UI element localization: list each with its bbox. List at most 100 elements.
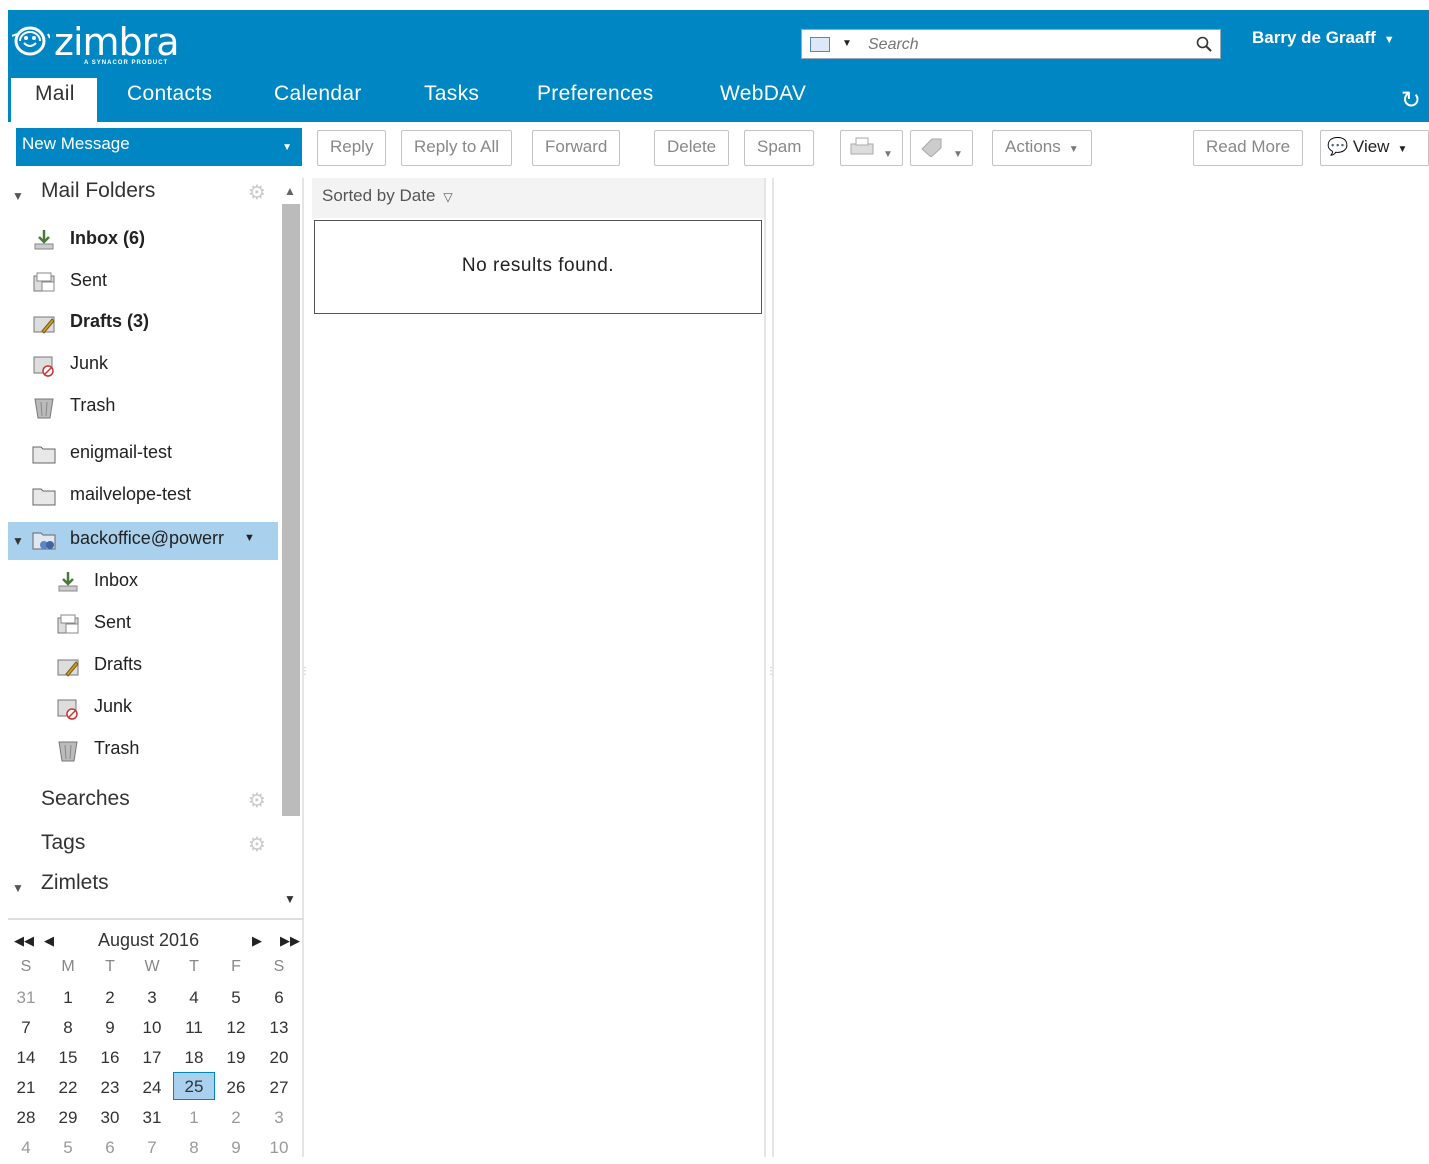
calendar-day[interactable]: 1 <box>47 988 89 1008</box>
view-button[interactable]: 💬 View ▼ <box>1320 130 1429 166</box>
calendar-day[interactable]: 8 <box>47 1018 89 1038</box>
pane-splitter[interactable]: ⋮ <box>764 178 776 1157</box>
collapse-triangle-icon[interactable]: ▼ <box>12 534 24 548</box>
calendar-day[interactable]: 23 <box>89 1078 131 1098</box>
sent-icon <box>57 614 79 634</box>
calendar-day[interactable]: 28 <box>5 1108 47 1128</box>
calendar-day[interactable]: 19 <box>215 1048 257 1068</box>
calendar-day[interactable]: 20 <box>258 1048 300 1068</box>
calendar-day[interactable]: 26 <box>215 1078 257 1098</box>
calendar-day[interactable]: 13 <box>258 1018 300 1038</box>
gear-icon[interactable]: ⚙ <box>248 791 268 811</box>
tab-preferences[interactable]: Preferences <box>537 82 654 106</box>
scroll-down-icon[interactable]: ▼ <box>284 892 296 906</box>
chevron-down-icon[interactable]: ▼ <box>282 142 292 153</box>
folder-tree-scrollbar[interactable]: ▲ ▼ <box>280 178 302 918</box>
tab-mail[interactable]: Mail <box>11 78 97 122</box>
gear-icon[interactable]: ⚙ <box>248 183 268 203</box>
folder-junk[interactable]: Junk <box>8 345 278 385</box>
shared-folder-drafts[interactable]: Drafts <box>8 646 278 686</box>
tab-contacts[interactable]: Contacts <box>127 82 212 106</box>
prev-year-icon[interactable]: ◀◀ <box>14 933 34 949</box>
shared-account-folder[interactable]: ▼ backoffice@powerr ▼ <box>8 522 278 560</box>
calendar-day[interactable]: 16 <box>89 1048 131 1068</box>
next-month-icon[interactable]: ▶ <box>252 933 262 949</box>
calendar-day[interactable]: 27 <box>258 1078 300 1098</box>
folder-drafts[interactable]: Drafts (3) <box>8 303 278 343</box>
scrollbar-thumb[interactable] <box>282 204 300 816</box>
calendar-day[interactable]: 9 <box>89 1018 131 1038</box>
search-type-dropdown-icon[interactable]: ▼ <box>842 38 852 49</box>
reply-button[interactable]: Reply <box>317 130 387 166</box>
tab-webdav[interactable]: WebDAV <box>720 82 806 106</box>
calendar-day[interactable]: 31 <box>131 1108 173 1128</box>
calendar-day[interactable]: 7 <box>5 1018 47 1038</box>
calendar-day[interactable]: 2 <box>215 1108 257 1128</box>
tab-calendar[interactable]: Calendar <box>274 82 362 106</box>
folder-enigmail-test[interactable]: enigmail-test <box>8 434 278 474</box>
search-input[interactable] <box>868 34 1188 56</box>
calendar-day[interactable]: 14 <box>5 1048 47 1068</box>
calendar-day[interactable]: 30 <box>89 1108 131 1128</box>
chevron-down-icon[interactable]: ▼ <box>244 532 255 544</box>
tab-tasks[interactable]: Tasks <box>424 82 479 106</box>
splitter-grip-icon[interactable]: ⋮ <box>300 666 310 686</box>
shared-folder-sent[interactable]: Sent <box>8 604 278 644</box>
calendar-day[interactable]: 29 <box>47 1108 89 1128</box>
calendar-day-today[interactable]: 25 <box>173 1072 215 1100</box>
calendar-day[interactable]: 17 <box>131 1048 173 1068</box>
refresh-icon[interactable]: ↻ <box>1401 86 1421 115</box>
calendar-day[interactable]: 24 <box>131 1078 173 1098</box>
calendar-day[interactable]: 12 <box>215 1018 257 1038</box>
calendar-day[interactable]: 10 <box>258 1138 300 1158</box>
calendar-day[interactable]: 3 <box>258 1108 300 1128</box>
calendar-day[interactable]: 10 <box>131 1018 173 1038</box>
collapse-triangle-icon[interactable]: ▼ <box>12 881 24 895</box>
calendar-day[interactable]: 4 <box>173 988 215 1008</box>
calendar-day[interactable]: 3 <box>131 988 173 1008</box>
folder-sent[interactable]: Sent <box>8 262 278 302</box>
calendar-day[interactable]: 6 <box>89 1138 131 1158</box>
mail-search-type-icon[interactable] <box>810 37 830 52</box>
reply-all-button[interactable]: Reply to All <box>401 130 513 166</box>
folder-mailvelope-test[interactable]: mailvelope-test <box>8 476 278 516</box>
shared-folder-trash[interactable]: Trash <box>8 730 278 770</box>
shared-folder-inbox[interactable]: Inbox <box>8 562 278 602</box>
delete-button[interactable]: Delete <box>654 130 730 166</box>
calendar-day[interactable]: 18 <box>173 1048 215 1068</box>
calendar-day[interactable]: 7 <box>131 1138 173 1158</box>
search-icon[interactable] <box>1196 36 1212 52</box>
calendar-day[interactable]: 6 <box>258 988 300 1008</box>
forward-button[interactable]: Forward <box>532 130 621 166</box>
calendar-day[interactable]: 21 <box>5 1078 47 1098</box>
sort-header[interactable]: Sorted by Date ▽ <box>312 178 764 218</box>
spam-button[interactable]: Spam <box>744 130 815 166</box>
prev-month-icon[interactable]: ◀ <box>44 933 54 949</box>
gear-icon[interactable]: ⚙ <box>248 835 268 855</box>
zimbra-logo[interactable]: zimbra A SYNACOR PRODUCT <box>12 20 212 70</box>
calendar-day[interactable]: 31 <box>5 988 47 1008</box>
calendar-day[interactable]: 5 <box>215 988 257 1008</box>
calendar-day[interactable]: 8 <box>173 1138 215 1158</box>
calendar-day[interactable]: 1 <box>173 1108 215 1128</box>
folder-trash[interactable]: Trash <box>8 387 278 427</box>
next-year-icon[interactable]: ▶▶ <box>280 933 300 949</box>
calendar-day[interactable]: 11 <box>173 1018 215 1038</box>
tag-button[interactable]: ▼ <box>910 130 973 166</box>
sort-icon[interactable]: ▽ <box>443 190 452 204</box>
collapse-triangle-icon[interactable]: ▼ <box>12 189 24 203</box>
print-button[interactable]: ▼ <box>840 130 903 166</box>
folder-inbox[interactable]: Inbox (6) <box>8 220 278 260</box>
calendar-day[interactable]: 22 <box>47 1078 89 1098</box>
calendar-day[interactable]: 2 <box>89 988 131 1008</box>
calendar-day[interactable]: 15 <box>47 1048 89 1068</box>
scroll-up-icon[interactable]: ▲ <box>284 184 296 198</box>
calendar-day[interactable]: 5 <box>47 1138 89 1158</box>
calendar-day[interactable]: 9 <box>215 1138 257 1158</box>
new-message-button[interactable]: New Message ▼ <box>16 128 302 166</box>
user-menu[interactable]: Barry de Graaff ▼ <box>1252 28 1395 48</box>
calendar-day[interactable]: 4 <box>5 1138 47 1158</box>
shared-folder-junk[interactable]: Junk <box>8 688 278 728</box>
read-more-button[interactable]: Read More <box>1193 130 1304 166</box>
actions-button[interactable]: Actions ▼ <box>992 130 1092 166</box>
